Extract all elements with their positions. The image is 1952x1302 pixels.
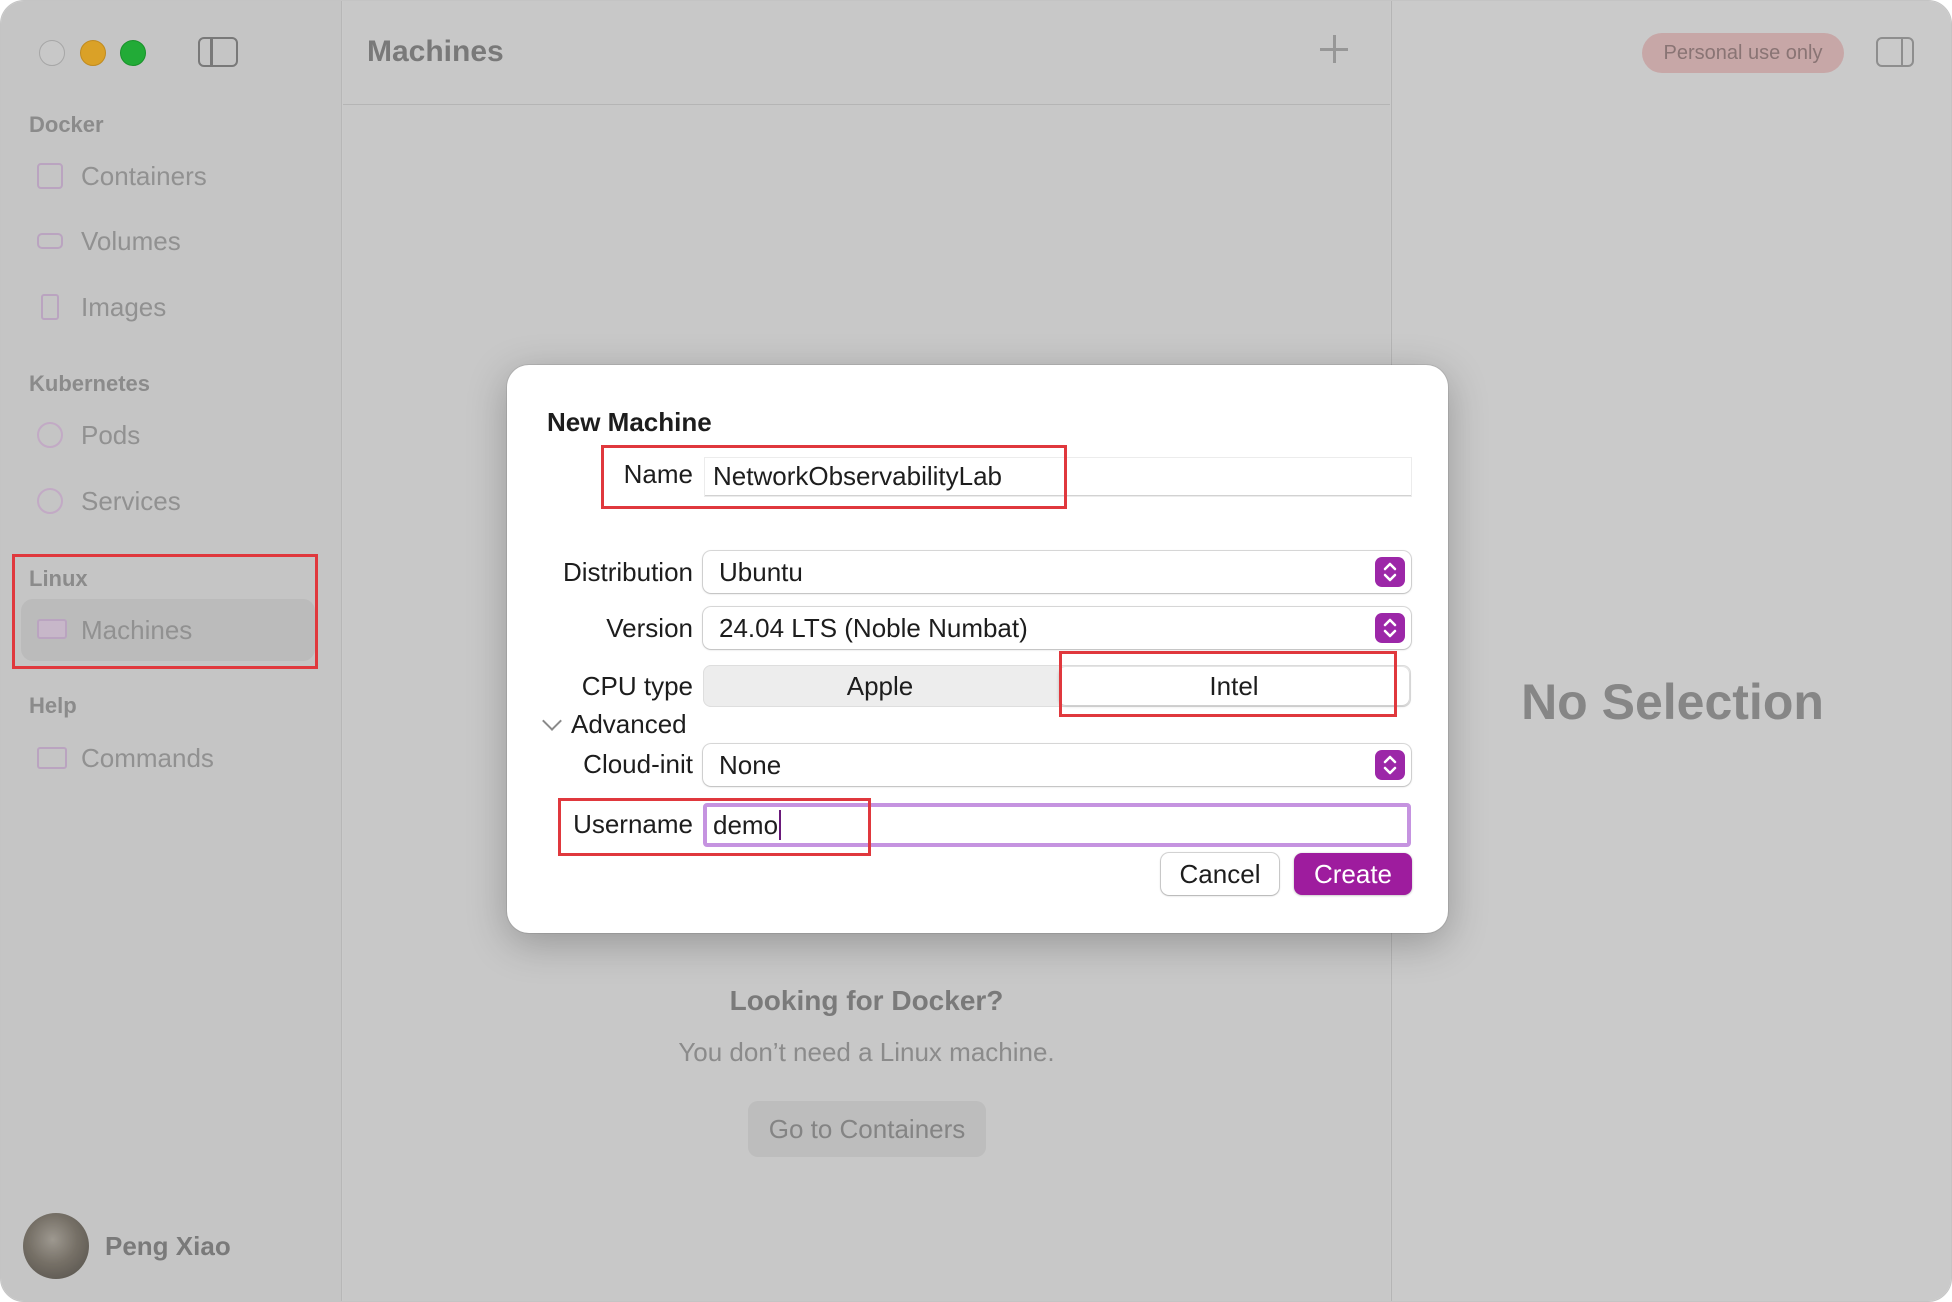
cpu-type-label: CPU type — [581, 671, 693, 701]
new-machine-dialog: New Machine Name NetworkObservabilityLab… — [507, 365, 1448, 933]
create-button[interactable]: Create — [1294, 853, 1412, 895]
dialog-title: New Machine — [547, 407, 712, 437]
username-label: Username — [573, 809, 693, 839]
username-value: demo — [713, 809, 779, 840]
cloud-init-select[interactable]: None — [703, 744, 1411, 786]
distribution-value: Ubuntu — [719, 556, 803, 587]
distribution-select[interactable]: Ubuntu — [703, 551, 1411, 593]
advanced-label: Advanced — [571, 709, 687, 739]
app-window: Docker Containers Volumes Images Kuberne… — [0, 0, 1952, 1302]
cloud-init-value: None — [719, 749, 782, 780]
cancel-button[interactable]: Cancel — [1161, 853, 1279, 895]
name-label: Name — [623, 459, 693, 489]
up-down-chevron-icon — [1375, 750, 1405, 780]
cpu-option-intel[interactable]: Intel — [1059, 667, 1409, 705]
username-field[interactable]: demo — [703, 803, 1411, 847]
distribution-label: Distribution — [562, 557, 693, 587]
up-down-chevron-icon — [1375, 557, 1405, 587]
chevron-down-icon — [542, 710, 562, 731]
name-field[interactable]: NetworkObservabilityLab — [705, 458, 1411, 496]
advanced-disclosure[interactable]: Advanced — [542, 709, 687, 740]
version-label: Version — [606, 613, 693, 643]
cpu-option-apple[interactable]: Apple — [703, 665, 1057, 707]
text-caret — [779, 810, 782, 840]
cloud-init-label: Cloud-init — [583, 749, 693, 779]
version-select[interactable]: 24.04 LTS (Noble Numbat) — [703, 607, 1411, 649]
cpu-type-segmented-control: Apple Intel — [703, 665, 1411, 707]
up-down-chevron-icon — [1375, 613, 1405, 643]
version-value: 24.04 LTS (Noble Numbat) — [719, 612, 1028, 643]
